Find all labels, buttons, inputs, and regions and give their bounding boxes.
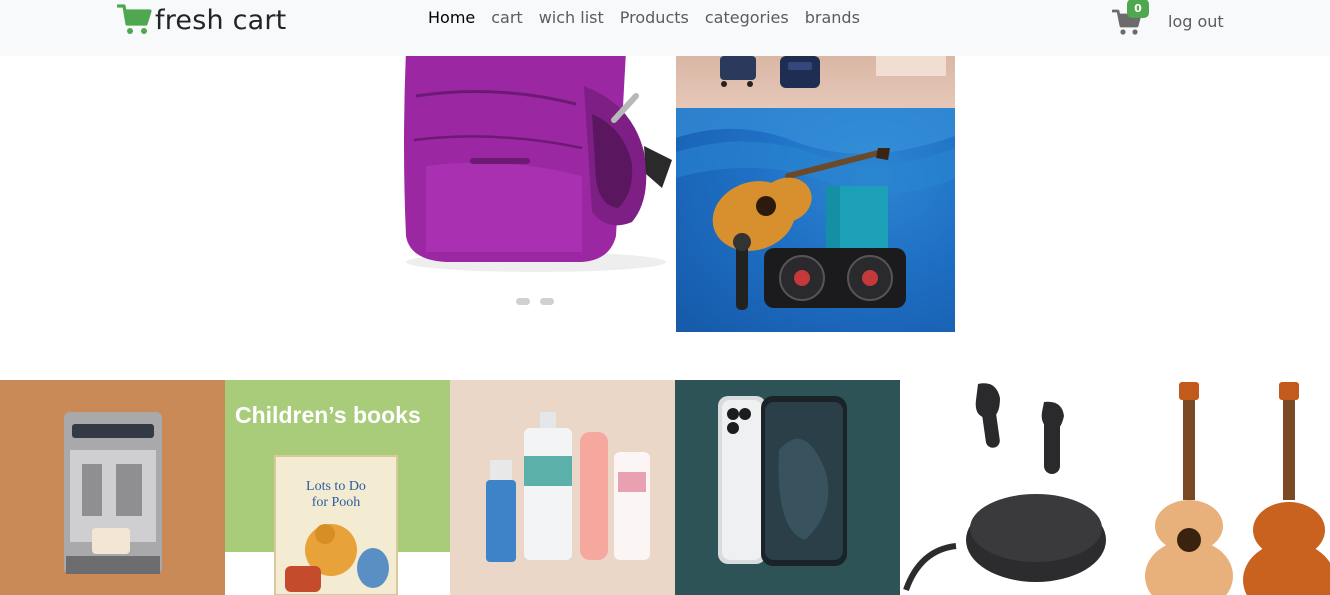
svg-text:Lots to Do: Lots to Do bbox=[306, 479, 366, 494]
slider-dot-1[interactable] bbox=[516, 298, 530, 305]
hero-banner-music[interactable] bbox=[676, 108, 955, 332]
slider-dots bbox=[516, 298, 564, 305]
cart-icon bbox=[117, 4, 152, 34]
nav-categories[interactable]: categories bbox=[705, 8, 789, 27]
category-card-smartphone[interactable] bbox=[675, 380, 900, 595]
nav-brands[interactable]: brands bbox=[805, 8, 860, 27]
luggage-image bbox=[720, 56, 946, 88]
nav-home[interactable]: Home bbox=[428, 8, 475, 27]
cart-count-badge: 0 bbox=[1127, 0, 1149, 18]
brand-logo-link[interactable]: fresh cart bbox=[117, 2, 286, 38]
slider-dot-2[interactable] bbox=[540, 298, 554, 305]
guitar-dj-image bbox=[676, 108, 955, 310]
category-title: Children’s books bbox=[235, 402, 421, 428]
smartphone-image bbox=[675, 380, 900, 595]
nav-wishlist[interactable]: wich list bbox=[539, 8, 604, 27]
navbar: fresh cart Home cart wich list Products … bbox=[0, 0, 1330, 56]
category-card-earbuds[interactable] bbox=[900, 380, 1125, 595]
earbuds-image bbox=[900, 380, 1125, 595]
main-nav: Home cart wich list Products categories … bbox=[428, 8, 876, 27]
brand-name: fresh cart bbox=[155, 4, 287, 36]
category-card-skincare[interactable] bbox=[450, 380, 675, 595]
backpack-image bbox=[404, 56, 672, 272]
logout-link[interactable]: log out bbox=[1168, 12, 1224, 31]
cart-button[interactable]: 0 bbox=[1112, 0, 1149, 36]
skincare-image bbox=[450, 380, 675, 595]
guitar-image bbox=[1125, 380, 1330, 595]
nav-cart[interactable]: cart bbox=[491, 8, 522, 27]
coffee-machine-image bbox=[0, 380, 225, 595]
svg-text:for Pooh: for Pooh bbox=[312, 495, 361, 510]
hero-banner-luggage[interactable] bbox=[676, 56, 955, 108]
hero-slide-backpack[interactable] bbox=[396, 56, 676, 332]
nav-products[interactable]: Products bbox=[620, 8, 689, 27]
category-slider: Lots to Do for Pooh Children’s books bbox=[0, 380, 1330, 595]
category-card-childrens-books[interactable]: Lots to Do for Pooh Children’s books bbox=[225, 380, 450, 595]
category-card-coffee-machine[interactable] bbox=[0, 380, 225, 595]
category-card-guitar[interactable] bbox=[1125, 380, 1330, 595]
